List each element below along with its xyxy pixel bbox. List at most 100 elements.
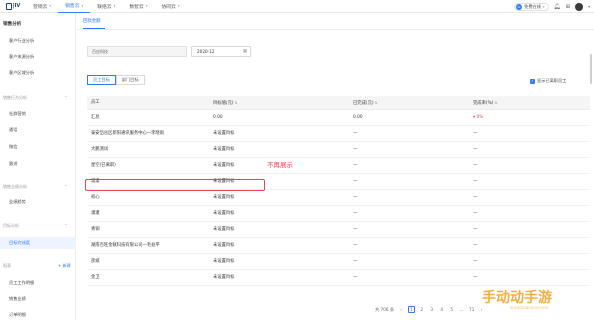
chevron-up-icon[interactable]: ⌃	[64, 223, 67, 228]
sidebar-group-reports: 报表	[3, 263, 11, 268]
page-ellipsis[interactable]: …	[459, 307, 465, 312]
cell-rate: —	[473, 131, 478, 136]
column-header-done[interactable]: 已完成(元)⇅	[353, 96, 378, 111]
chevron-down-icon[interactable]: ▾	[588, 5, 590, 9]
chevron-down-icon: ▾	[542, 4, 545, 9]
cell-rate: —	[473, 179, 478, 184]
cell-rate: —	[473, 275, 478, 280]
nav-item-marketing[interactable]: 营销云 ▾	[26, 0, 58, 13]
page-button[interactable]: 71	[469, 307, 475, 312]
cell-name: 青铜	[91, 227, 100, 232]
sort-icon[interactable]: ⇅	[235, 101, 238, 105]
cell-target: 未设置目标	[213, 275, 235, 280]
cell-done: —	[353, 147, 358, 152]
table-row[interactable]: 初心 未设置目标 — —	[87, 190, 590, 206]
sidebar-item-calls[interactable]: 通话	[9, 127, 17, 133]
cell-target: 未设置目标	[213, 163, 235, 168]
segment-employee-target[interactable]: 员工目标	[87, 75, 116, 85]
sidebar-item-order-detail[interactable]: 订单明细	[9, 312, 26, 318]
sidebar-item-industry[interactable]: 客户行业分析	[9, 38, 34, 44]
sidebar-item-wechat[interactable]: 微信	[9, 144, 17, 150]
sidebar-item-source[interactable]: 客户来源分析	[9, 54, 34, 60]
nav-item-contact[interactable]: 联络云 ▾	[90, 0, 122, 13]
apps-grid-icon[interactable]: ⊞	[566, 4, 571, 10]
company-filter-input[interactable]: 百应科技	[87, 46, 187, 57]
show-resigned-label: 显示已离职员工	[537, 78, 567, 83]
table-row[interactable]: 潇潇 未设置目标 — —	[87, 206, 590, 222]
sort-icon[interactable]: ⇅	[375, 101, 378, 105]
column-header-rate[interactable]: 完成率(%)⇅	[473, 96, 497, 111]
cell-target: 0.00	[213, 115, 223, 120]
checkbox-checked-icon: ✓	[530, 78, 535, 84]
cell-name: 汇总	[91, 115, 100, 120]
cell-rate: —	[473, 163, 478, 168]
sidebar-item-followup[interactable]: 跟进	[9, 161, 17, 167]
cell-done: —	[353, 163, 358, 168]
sidebar-item-region[interactable]: 客户区域分析	[9, 70, 34, 76]
cell-name: 潇潇	[91, 211, 100, 216]
page-button[interactable]: 1	[408, 306, 415, 313]
top-nav: 营销云 ▾ 销售云 ▾ 联络云 ▾ 数智云 ▾ 协同云 ▾	[26, 0, 187, 13]
table-row[interactable]: 大鹏测试 未设置目标 — —	[87, 142, 590, 158]
cell-target: 未设置目标	[213, 227, 235, 232]
cell-rate: —	[473, 195, 478, 200]
chevron-up-icon[interactable]: ⌃	[64, 184, 67, 189]
user-avatar[interactable]	[575, 2, 584, 11]
page-button[interactable]: 3	[429, 307, 435, 312]
table-row[interactable]: 彦斌 未设置目标 — —	[87, 254, 590, 270]
month-picker[interactable]: 2020-12 ▦	[191, 46, 251, 57]
app-logo[interactable]: |ΙV	[0, 0, 26, 13]
cell-target: 未设置目标	[213, 243, 235, 248]
table-header: 员工 目标值(元)⇅ 已完成(元)⇅ 完成率(%)⇅	[87, 96, 590, 110]
bell-icon[interactable]: 🔔︎	[554, 4, 561, 10]
online-status-pill[interactable]: ☏ 免费在线 ▾	[514, 2, 549, 11]
nav-item-data[interactable]: 数智云 ▾	[122, 0, 154, 13]
table-row[interactable]: 金卫 未设置目标 — —	[87, 270, 590, 286]
pagination: 共 706 条 ‹ 1 2 3 4 5 … 71 ›	[375, 306, 485, 313]
table-row[interactable]: 泰安岱岳区新阳通讯服务中心一李晓雨 未设置目标 — —	[87, 126, 590, 142]
resigned-row-highlight	[85, 179, 265, 191]
table-row[interactable]: 青铜 未设置目标 — —	[87, 222, 590, 238]
cell-rate: —	[473, 147, 478, 152]
sort-icon[interactable]: ⇅	[494, 101, 497, 105]
tab-payment-amount[interactable]: 回款金额	[83, 18, 101, 24]
sidebar-item-employee-detail[interactable]: 员工工作明细	[9, 280, 34, 286]
nav-item-collab[interactable]: 协同云 ▾	[154, 0, 186, 13]
cell-name: 大鹏测试	[91, 147, 109, 152]
sidebar-item-trend[interactable]: 业绩趋势	[9, 199, 26, 205]
prev-page-icon[interactable]: ‹	[398, 307, 404, 312]
column-header-target[interactable]: 目标值(元)⇅	[213, 96, 238, 111]
column-header-employee: 员工	[91, 100, 100, 105]
table-row[interactable]: 湖南百旺金赋科技有限公司一毛益平 未设置目标 — —	[87, 238, 590, 254]
chevron-down-icon: ▾	[81, 3, 84, 8]
nav-item-sales[interactable]: 销售云 ▾	[58, 0, 91, 13]
target-type-toggle: 员工目标 部门目标	[87, 75, 145, 85]
cell-target: 未设置目标	[213, 147, 235, 152]
cell-name: 星空(已离职)	[91, 163, 116, 168]
annotation-label: 不再展示	[267, 161, 293, 169]
cell-rate: ▾ 0%	[473, 115, 484, 120]
page-scrollbar[interactable]	[590, 28, 593, 320]
table-row-summary: 汇总 0.00 0.00 ▾ 0%	[87, 110, 590, 126]
sidebar-group-behavior[interactable]: 销售行为分析	[3, 95, 27, 101]
page-button[interactable]: 5	[449, 307, 455, 312]
cell-done: —	[353, 259, 358, 264]
sidebar-title: 销售分析	[3, 22, 22, 27]
page-button[interactable]: 4	[439, 307, 445, 312]
sidebar-item-community[interactable]: 社群营销	[9, 111, 26, 117]
sidebar-item-sales-performance[interactable]: 销售业绩	[9, 296, 26, 302]
table-row-resigned[interactable]: 星空(已离职) 未设置目标 — —	[87, 158, 590, 174]
scrollbar-thumb[interactable]	[590, 54, 592, 84]
cell-name: 泰安岱岳区新阳通讯服务中心一李晓雨	[91, 131, 165, 136]
cell-rate: —	[473, 243, 478, 248]
sidebar-item-target-completion[interactable]: 目标完成度	[9, 240, 30, 246]
next-page-icon[interactable]: ›	[479, 307, 485, 312]
page-button[interactable]: 2	[419, 307, 425, 312]
new-report-button[interactable]: + 新建	[58, 263, 71, 269]
sidebar-group-target[interactable]: 目标分析	[3, 223, 19, 229]
segment-department-target[interactable]: 部门目标	[115, 75, 145, 85]
sidebar-group-performance[interactable]: 销售业绩分析	[3, 184, 27, 190]
chevron-up-icon[interactable]: ⌃	[64, 95, 67, 100]
show-resigned-checkbox[interactable]: ✓ 显示已离职员工	[530, 78, 566, 84]
logo-bars-icon: |ΙV	[12, 3, 21, 9]
